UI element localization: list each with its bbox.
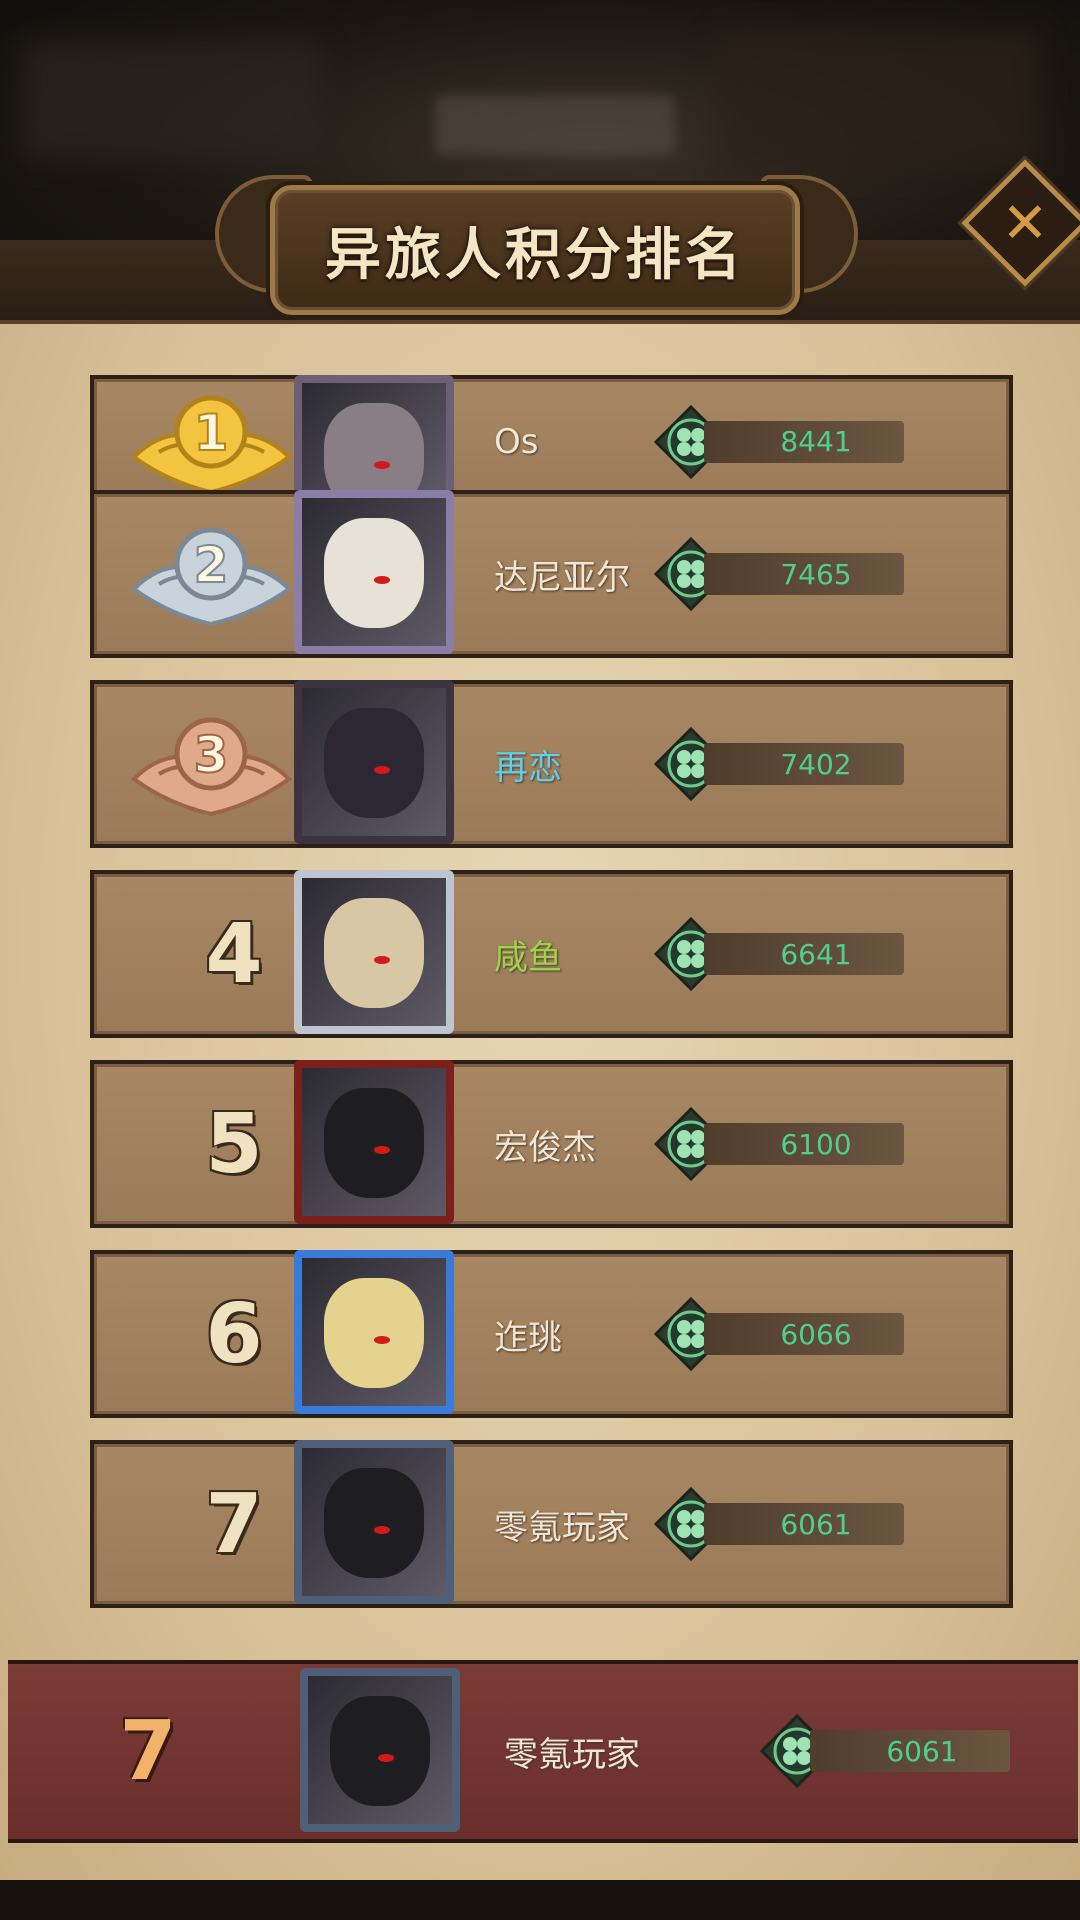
score-value: 7465 (704, 553, 904, 595)
score-value: 7402 (704, 743, 904, 785)
my-avatar[interactable] (300, 1668, 460, 1832)
player-avatar[interactable] (294, 1250, 454, 1414)
page-title: 异旅人积分排名 (325, 222, 745, 288)
player-avatar[interactable] (294, 375, 454, 504)
player-score: 7465 (654, 537, 924, 611)
player-score: 6061 (654, 1487, 924, 1561)
gold-medal-icon: 1 (130, 395, 293, 494)
leaderboard-row: 5 宏俊杰 6100 (90, 1060, 1013, 1228)
player-avatar[interactable] (294, 870, 454, 1034)
player-avatar[interactable] (294, 1060, 454, 1224)
bronze-medal-icon: 3 (130, 717, 293, 817)
my-rank-number: 7 (119, 1704, 177, 1799)
score-value: 6061 (704, 1503, 904, 1545)
player-score: 6066 (654, 1297, 924, 1371)
player-avatar[interactable] (294, 490, 454, 654)
medal-rank-number: 1 (194, 404, 229, 462)
leaderboard-row: 2 达尼亚尔 7465 (90, 490, 1013, 658)
player-score: 7402 (654, 727, 924, 801)
player-avatar[interactable] (294, 680, 454, 844)
leaderboard-row: 7 零氪玩家 6061 (90, 1440, 1013, 1608)
player-score: 8441 (654, 404, 924, 479)
my-score-value: 6061 (810, 1730, 1010, 1772)
score-value: 6641 (704, 933, 904, 975)
player-avatar[interactable] (294, 1440, 454, 1604)
score-value: 8441 (704, 420, 904, 463)
player-score: 6100 (654, 1107, 924, 1181)
silver-medal-icon: 2 (130, 527, 293, 627)
player-score: 6641 (654, 917, 924, 991)
my-score: 6061 (760, 1714, 1030, 1788)
my-rank-row: 7 零氪玩家 6061 (8, 1660, 1078, 1843)
leaderboard-row: 6 迮珧 6066 (90, 1250, 1013, 1418)
medal-rank-number: 3 (194, 726, 229, 784)
medal-rank-number: 2 (194, 536, 229, 594)
leaderboard-row: 1 Os 8441 (90, 375, 1013, 508)
my-player-name: 零氪玩家 (504, 1735, 640, 1775)
leaderboard-row: 3 再恋 7402 (90, 680, 1013, 848)
close-icon[interactable]: ✕ (985, 183, 1065, 263)
score-value: 6100 (704, 1123, 904, 1165)
title-plaque: 异旅人积分排名 (270, 185, 800, 315)
leaderboard-row: 4 咸鱼 6641 (90, 870, 1013, 1038)
blurred-label (435, 95, 675, 155)
score-value: 6066 (704, 1313, 904, 1355)
